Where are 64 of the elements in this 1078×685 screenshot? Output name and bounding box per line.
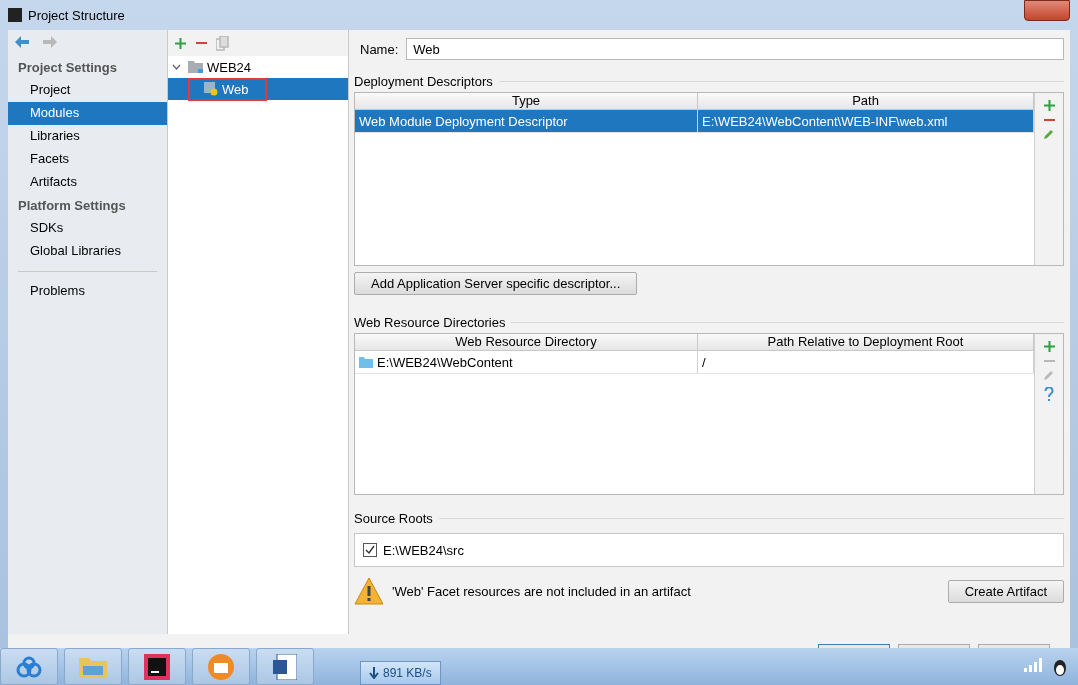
column-header[interactable]: Path [698,93,1034,109]
section-heading: Platform Settings [17,197,127,215]
sidebar-item[interactable]: Facets [8,148,167,171]
folder-icon [79,655,107,678]
warning-icon [354,577,384,605]
source-root-label: E:\WEB24\src [383,542,464,558]
document-icon [273,653,297,680]
warning-text: 'Web' Facet resources are not included in an artifact [392,583,691,599]
add-icon[interactable] [174,36,187,50]
close-button[interactable] [1024,0,1070,21]
column-header[interactable]: Web Resource Directory [355,334,698,350]
download-arrow-icon [369,667,379,679]
section-heading: Project Settings [17,59,118,77]
sidebar-item[interactable]: Problems [8,280,167,303]
dialog-button[interactable] [978,644,1050,648]
name-field[interactable]: Web [406,38,1064,60]
remove-icon[interactable] [195,41,208,45]
copy-icon[interactable] [216,35,229,51]
tree-item[interactable]: Web [222,81,249,97]
folder-icon [188,61,203,73]
table-row[interactable]: Web Module Deployment Descriptor E:\WEB24\WebContent\WEB-INF\web.xml [355,110,1034,133]
help-icon[interactable] [1044,387,1054,402]
back-arrow-icon[interactable] [15,36,29,48]
pencil-icon[interactable] [1043,128,1055,140]
group-title: Source Roots [354,510,433,526]
sidebar-item[interactable]: Artifacts [8,171,167,194]
tree-item[interactable]: WEB24 [207,59,252,75]
briefcase-icon [207,652,235,681]
remove-icon[interactable] [1042,118,1056,122]
taskbar-icon[interactable] [128,648,186,685]
cloud-icon [16,655,42,678]
sidebar-item[interactable]: Libraries [8,125,167,148]
taskbar-icon[interactable] [256,648,314,685]
sidebar-item[interactable]: Project [8,79,167,102]
group-title: Deployment Descriptors [354,73,493,89]
app-logo-icon [8,8,22,22]
column-header[interactable]: Type [355,93,698,109]
network-icon[interactable] [1024,657,1042,672]
sidebar-item[interactable]: SDKs [8,217,167,240]
download-speed: 891 KB/s [383,666,432,680]
table-cell: / [702,354,706,370]
penguin-icon[interactable] [1052,657,1068,676]
dialog-button[interactable] [898,644,970,648]
create-artifact-button[interactable]: Create Artifact [947,579,1064,603]
forward-arrow-icon[interactable] [43,36,57,48]
download-speed-widget[interactable]: 891 KB/s [360,661,441,685]
table-cell: Web Module Deployment Descriptor [359,113,568,129]
add-icon[interactable] [1042,340,1056,353]
add-icon[interactable] [1042,99,1056,112]
folder-icon [359,356,373,368]
add-descriptor-button[interactable]: Add Application Server specific descriptor... [354,272,638,295]
field-label: Name: [360,41,399,57]
sidebar-item[interactable]: Modules [8,102,167,125]
column-header[interactable]: Path Relative to Deployment Root [698,334,1034,350]
table-row[interactable]: E:\WEB24\WebContent / [355,351,1034,374]
group-title: Web Resource Directories [354,314,506,330]
web-module-icon [204,82,218,96]
table-cell: E:\WEB24\WebContent\WEB-INF\web.xml [702,113,948,129]
window-title: Project Structure [28,7,125,23]
dialog-button[interactable] [818,644,890,648]
sidebar-item[interactable]: Global Libraries [8,240,167,263]
ide-icon [144,653,170,680]
checkbox[interactable] [363,543,377,557]
table-cell: E:\WEB24\WebContent [377,354,513,370]
